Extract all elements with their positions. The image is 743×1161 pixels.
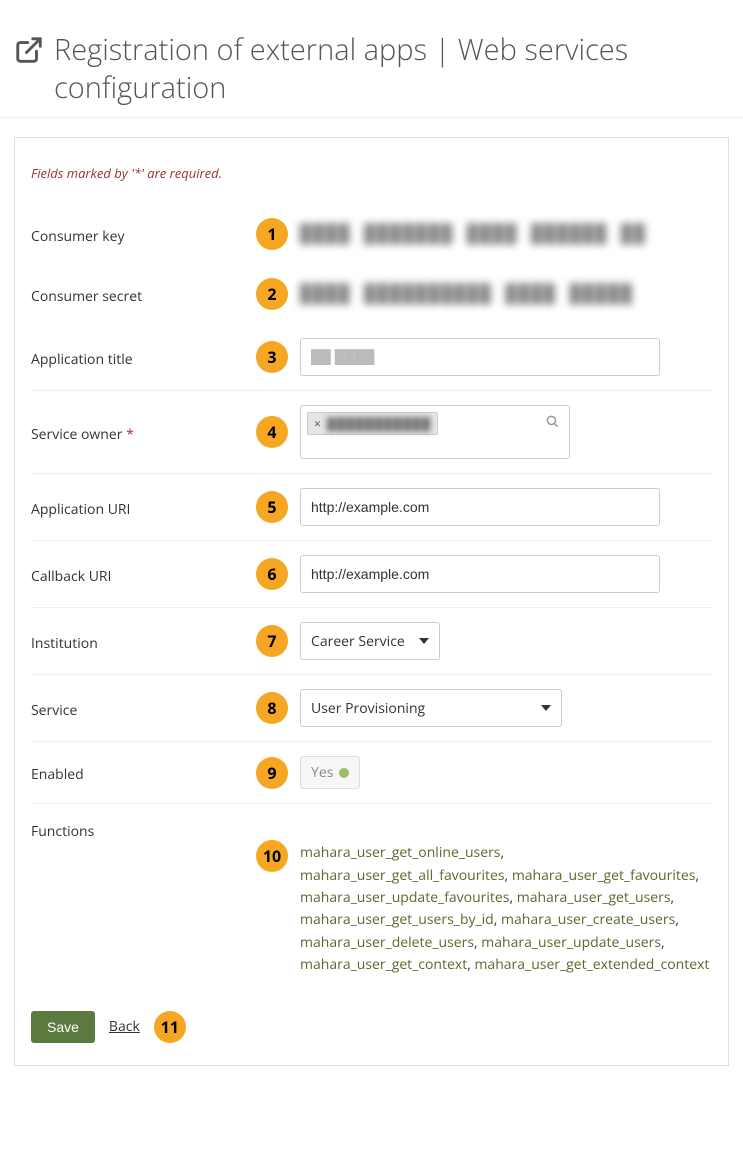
badge-1: 1	[256, 218, 288, 250]
page-title-text: Registration of external apps | Web serv…	[54, 31, 729, 106]
row-consumer-secret: Consumer secret 2 ████ ██████████ ████ █…	[31, 264, 712, 324]
chevron-down-icon	[541, 705, 551, 711]
back-link[interactable]: Back	[109, 1017, 140, 1036]
badge-6: 6	[256, 558, 288, 590]
badge-5: 5	[256, 491, 288, 523]
row-institution: Institution 7 Career Service	[31, 608, 712, 675]
row-functions: Functions 10 mahara_user_get_online_user…	[31, 804, 712, 990]
function-link[interactable]: mahara_user_get_all_favourites	[300, 866, 505, 885]
badge-7: 7	[256, 625, 288, 657]
input-application-uri[interactable]	[300, 488, 660, 526]
select-service[interactable]: User Provisioning	[300, 689, 562, 727]
badge-4: 4	[256, 416, 288, 448]
required-message: Fields marked by '*' are required.	[31, 164, 712, 182]
input-service-owner[interactable]: × ███████████	[300, 405, 570, 459]
function-link[interactable]: mahara_user_get_users_by_id	[300, 910, 494, 929]
label-institution: Institution	[31, 630, 256, 653]
input-callback-uri[interactable]	[300, 555, 660, 593]
toggle-enabled[interactable]: Yes	[300, 756, 360, 789]
function-link[interactable]: mahara_user_get_online_users	[300, 843, 500, 862]
label-service-owner-text: Service owner	[31, 425, 122, 444]
row-service-owner: Service owner * 4 × ███████████	[31, 391, 712, 474]
label-consumer-key: Consumer key	[31, 223, 256, 246]
select-institution-value: Career Service	[311, 632, 405, 651]
label-enabled: Enabled	[31, 761, 256, 784]
badge-9: 9	[256, 757, 288, 789]
function-link[interactable]: mahara_user_update_favourites	[300, 888, 509, 907]
label-functions: Functions	[31, 818, 256, 841]
function-link[interactable]: mahara_user_update_users	[481, 933, 661, 952]
search-icon	[545, 414, 559, 433]
label-consumer-secret: Consumer secret	[31, 283, 256, 306]
save-button[interactable]: Save	[31, 1011, 95, 1043]
row-callback-uri: Callback URI 6	[31, 541, 712, 608]
function-link[interactable]: mahara_user_delete_users	[300, 933, 474, 952]
row-service: Service 8 User Provisioning	[31, 675, 712, 742]
function-link[interactable]: mahara_user_get_context	[300, 955, 467, 974]
badge-2: 2	[256, 278, 288, 310]
label-service-owner: Service owner *	[31, 421, 256, 444]
functions-list: mahara_user_get_online_users, mahara_use…	[300, 840, 712, 976]
service-owner-tag-text: ███████████	[327, 415, 432, 432]
label-callback-uri: Callback URI	[31, 563, 256, 586]
chevron-down-icon	[419, 638, 429, 644]
row-enabled: Enabled 9 Yes	[31, 742, 712, 804]
badge-11: 11	[154, 1011, 186, 1043]
label-application-uri: Application URI	[31, 496, 256, 519]
select-service-value: User Provisioning	[311, 699, 425, 718]
function-link[interactable]: mahara_user_get_favourites	[512, 866, 696, 885]
form-card: Fields marked by '*' are required. Consu…	[14, 137, 729, 1065]
badge-10: 10	[256, 840, 288, 872]
row-application-title: Application title 3	[31, 324, 712, 391]
page-title: Registration of external apps | Web serv…	[0, 19, 743, 117]
remove-tag-icon[interactable]: ×	[314, 415, 321, 432]
toggle-dot-icon	[339, 768, 349, 778]
label-service: Service	[31, 697, 256, 720]
toggle-enabled-label: Yes	[311, 763, 333, 782]
badge-8: 8	[256, 692, 288, 724]
function-link[interactable]: mahara_user_get_users	[517, 888, 671, 907]
external-link-icon	[14, 35, 44, 74]
input-application-title[interactable]	[300, 338, 660, 376]
form-actions: Save Back 11	[31, 1011, 712, 1043]
row-consumer-key: Consumer key 1 ████ ███████ ████ ██████ …	[31, 204, 712, 264]
row-application-uri: Application URI 5	[31, 474, 712, 541]
function-link[interactable]: mahara_user_create_users	[501, 910, 675, 929]
label-application-title: Application title	[31, 346, 256, 369]
value-consumer-key: ████ ███████ ████ ██████ ██	[300, 224, 647, 245]
service-owner-tag[interactable]: × ███████████	[307, 412, 438, 435]
value-consumer-secret: ████ ██████████ ████ █████	[300, 284, 634, 305]
select-institution[interactable]: Career Service	[300, 622, 440, 660]
badge-3: 3	[256, 341, 288, 373]
function-link[interactable]: mahara_user_get_extended_context	[474, 955, 709, 974]
required-asterisk: *	[126, 425, 134, 444]
